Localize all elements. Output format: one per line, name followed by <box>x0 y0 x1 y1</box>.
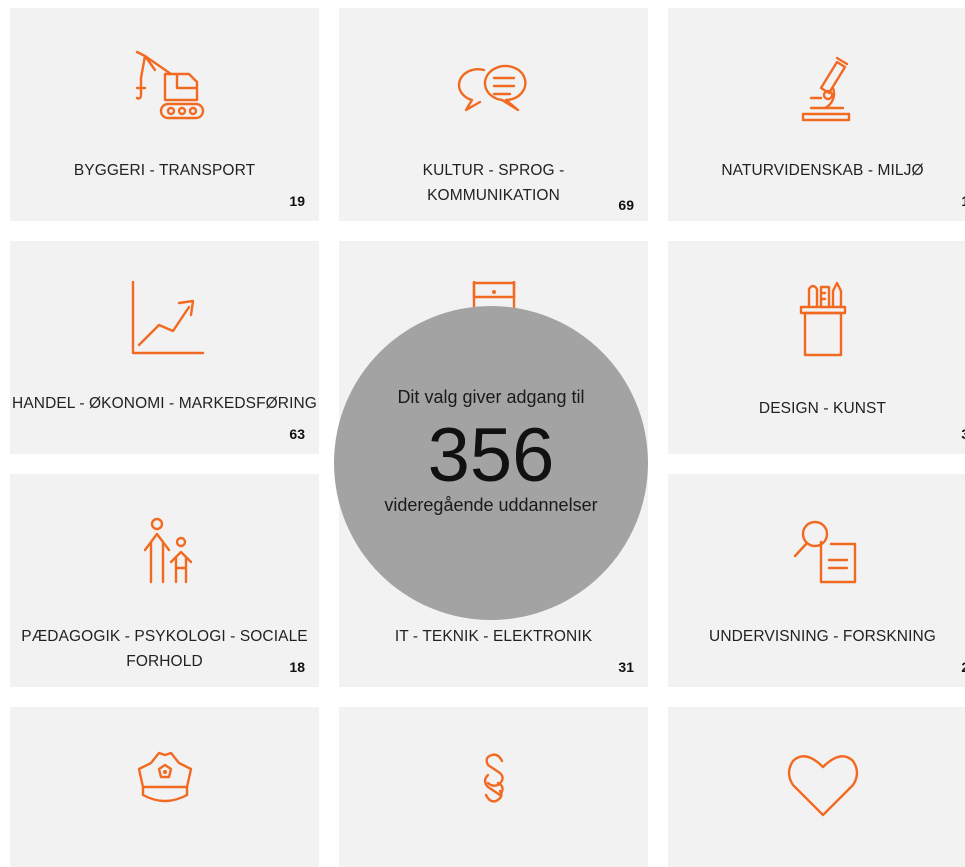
speech-bubbles-icon <box>454 48 534 128</box>
tile-label: DESIGN - KUNST <box>758 400 887 417</box>
category-tile-paedagogik-psykologi-sociale-forhold[interactable]: PÆDAGOGIK - PSYKOLOGI - SOCIALE FORHOLD … <box>10 474 319 687</box>
adult-child-icon <box>125 514 205 594</box>
tile-count: 16 <box>961 193 965 209</box>
summary-count: 356 <box>427 413 555 498</box>
tile-count: 69 <box>618 197 634 213</box>
tile-count: 63 <box>289 426 305 442</box>
category-tile-handel-okonomi-markedsforing[interactable]: HANDEL - ØKONOMI - MARKEDSFØRING 63 <box>10 241 319 454</box>
tile-label: KULTUR - SPROG - KOMMUNIKATION <box>422 162 565 204</box>
tile-count: 25 <box>961 659 965 675</box>
category-tile-jura[interactable] <box>339 707 648 867</box>
category-tile-sundhed[interactable] <box>668 707 965 867</box>
category-tile-kultur-sprog-kommunikation[interactable]: KULTUR - SPROG - KOMMUNIKATION 69 <box>339 8 648 221</box>
tile-count: 32 <box>961 426 965 442</box>
results-summary-circle: Dit valg giver adgang til 356 videregåen… <box>334 306 648 620</box>
summary-suffix: videregående uddannelser <box>384 495 598 515</box>
tile-count: 19 <box>289 193 305 209</box>
summary-prefix: Dit valg giver adgang til <box>397 387 585 407</box>
heart-icon <box>783 747 863 827</box>
police-cap-icon <box>125 747 205 827</box>
tile-label: PÆDAGOGIK - PSYKOLOGI - SOCIALE FORHOLD <box>21 628 308 670</box>
magnifier-document-icon <box>783 514 863 594</box>
category-tile-naturvidenskab-miljo[interactable]: NATURVIDENSKAB - MILJØ 16 <box>668 8 965 221</box>
category-tile-design-kunst[interactable]: DESIGN - KUNST 32 <box>668 241 965 454</box>
tile-label: UNDERVISNING - FORSKNING <box>709 628 936 645</box>
tile-label: IT - TEKNIK - ELEKTRONIK <box>394 628 593 645</box>
tile-label: BYGGERI - TRANSPORT <box>73 162 256 179</box>
microscope-icon <box>783 48 863 128</box>
category-tile-undervisning-forskning[interactable]: UNDERVISNING - FORSKNING 25 <box>668 474 965 687</box>
tile-count: 18 <box>289 659 305 675</box>
tile-count: 31 <box>618 659 634 675</box>
tile-label: NATURVIDENSKAB - MILJØ <box>721 162 924 179</box>
crane-icon <box>125 48 205 128</box>
tile-label: HANDEL - ØKONOMI - MARKEDSFØRING <box>12 395 317 412</box>
line-chart-icon <box>125 281 205 361</box>
category-tile-politi[interactable] <box>10 707 319 867</box>
pencil-cup-icon <box>783 281 863 361</box>
category-tile-byggeri-transport[interactable]: BYGGERI - TRANSPORT 19 <box>10 8 319 221</box>
paragraph-icon <box>454 747 534 827</box>
